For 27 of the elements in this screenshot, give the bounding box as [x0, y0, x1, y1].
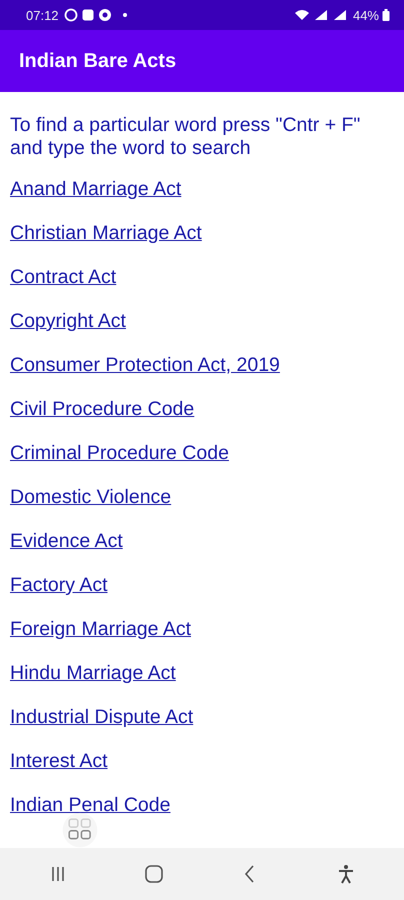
- status-time: 07:12: [26, 8, 59, 22]
- act-link[interactable]: Christian Marriage Act: [10, 222, 202, 244]
- act-link[interactable]: Factory Act: [10, 574, 108, 596]
- floating-overlay-icon[interactable]: [62, 812, 98, 848]
- act-link[interactable]: Criminal Procedure Code: [10, 442, 229, 464]
- act-link[interactable]: Civil Procedure Code: [10, 398, 194, 420]
- act-link[interactable]: Consumer Protection Act, 2019: [10, 354, 280, 376]
- home-icon[interactable]: [144, 864, 164, 884]
- act-link[interactable]: Industrial Dispute Act: [10, 706, 194, 728]
- signal-icon: [312, 9, 329, 21]
- act-link[interactable]: Contract Act: [10, 266, 116, 288]
- act-link[interactable]: Interest Act: [10, 750, 108, 772]
- act-link[interactable]: Copyright Act: [10, 310, 126, 332]
- accessibility-icon[interactable]: [336, 864, 356, 884]
- instruction-text: To find a particular word press "Cntr + F" and type the word to search: [10, 114, 362, 160]
- battery-level: 44%: [352, 8, 379, 22]
- act-link[interactable]: Indian Penal Code: [10, 794, 170, 816]
- signal-icon: [332, 9, 348, 21]
- act-link[interactable]: Hindu Marriage Act: [10, 662, 176, 684]
- act-link[interactable]: Evidence Act: [10, 530, 123, 552]
- act-link[interactable]: Anand Marriage Act: [10, 178, 182, 200]
- wifi-icon: [294, 9, 310, 21]
- notification-dot-icon: [122, 13, 127, 17]
- act-link[interactable]: Domestic Violence: [10, 486, 172, 508]
- battery-icon: [382, 9, 390, 21]
- app-title: Indian Bare Acts: [19, 50, 176, 72]
- act-link[interactable]: Foreign Marriage Act: [10, 618, 191, 640]
